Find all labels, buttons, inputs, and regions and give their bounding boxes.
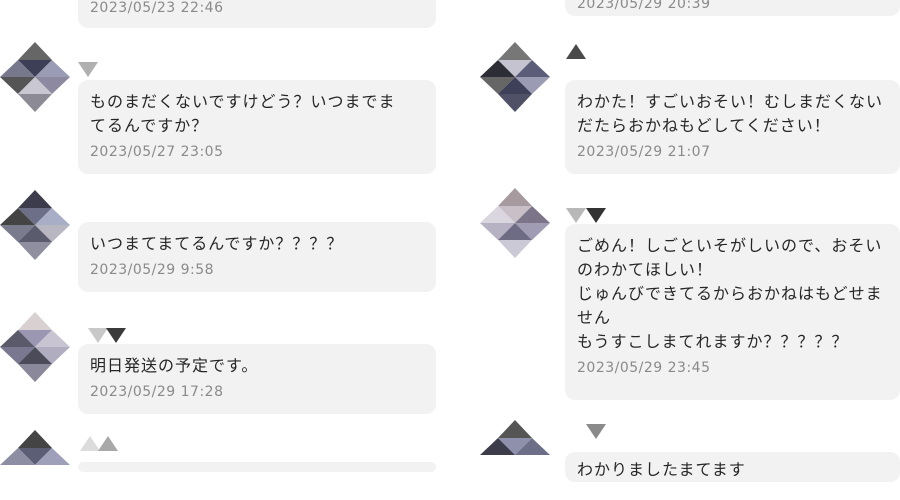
message-text: ものまだくないですけどう？いつまでま てるんですか？ [90, 92, 396, 135]
status-triangle-icon [106, 328, 126, 343]
user-avatar [480, 420, 550, 455]
status-triangle-icon [586, 424, 606, 439]
message-timestamp: 2023/05/29 17:28 [90, 384, 224, 400]
message-text: いつまてまてるんですか？？？？ [90, 234, 344, 253]
message-bubble[interactable]: わかた！すごいおそい！むしまだくない だたらおかねもどしてください！ 2023/… [565, 80, 900, 174]
message-text: わかりましたまてます [577, 460, 746, 479]
message-bubble[interactable] [78, 462, 436, 472]
message-text: ごめん！しごといそがしいので、おそい のわかてほしい！ じゅんびできてるからおか… [577, 236, 883, 351]
message-text: わかた！すごいおそい！むしまだくない だたらおかねもどしてください！ [577, 92, 884, 135]
message-timestamp: 2023/05/23 22:46 [90, 0, 224, 16]
message-bubble[interactable]: 明日発送の予定です。 2023/05/29 17:28 [78, 344, 436, 414]
message-timestamp: 2023/05/27 23:05 [90, 144, 224, 160]
status-triangle-icon [98, 436, 118, 451]
user-avatar [0, 312, 70, 382]
user-avatar [0, 42, 70, 112]
message-timestamp: 2023/05/29 21:07 [577, 144, 711, 160]
chat-column-right: 2023/05/29 20:39 わかた！すごいおそい！むしまだくない だたらお… [450, 0, 900, 482]
chat-column-left: 2023/05/23 22:46 ものまだくないですけどう？いつまでま てるんで… [0, 0, 450, 472]
user-avatar [0, 190, 70, 260]
status-triangle-icon [88, 328, 108, 343]
message-bubble[interactable]: わかりましたまてます [565, 452, 900, 482]
message-bubble[interactable]: 2023/05/29 20:39 [565, 0, 900, 16]
message-text: 明日発送の予定です。 [90, 356, 259, 375]
status-triangle-icon [566, 44, 586, 59]
message-timestamp: 2023/05/29 20:39 [577, 0, 711, 12]
message-timestamp: 2023/05/29 23:45 [577, 360, 711, 376]
message-bubble[interactable]: 2023/05/23 22:46 [78, 0, 436, 28]
status-triangle-icon [78, 62, 98, 77]
user-avatar [0, 430, 70, 465]
status-triangle-icon [586, 208, 606, 223]
user-avatar [480, 42, 550, 112]
status-triangle-icon [80, 436, 100, 451]
message-timestamp: 2023/05/29 9:58 [90, 262, 215, 278]
user-avatar [480, 188, 550, 258]
status-triangle-icon [566, 208, 586, 223]
message-bubble[interactable]: いつまてまてるんですか？？？？ 2023/05/29 9:58 [78, 222, 436, 292]
message-bubble[interactable]: ごめん！しごといそがしいので、おそい のわかてほしい！ じゅんびできてるからおか… [565, 224, 900, 400]
message-bubble[interactable]: ものまだくないですけどう？いつまでま てるんですか？ 2023/05/27 23… [78, 80, 436, 174]
